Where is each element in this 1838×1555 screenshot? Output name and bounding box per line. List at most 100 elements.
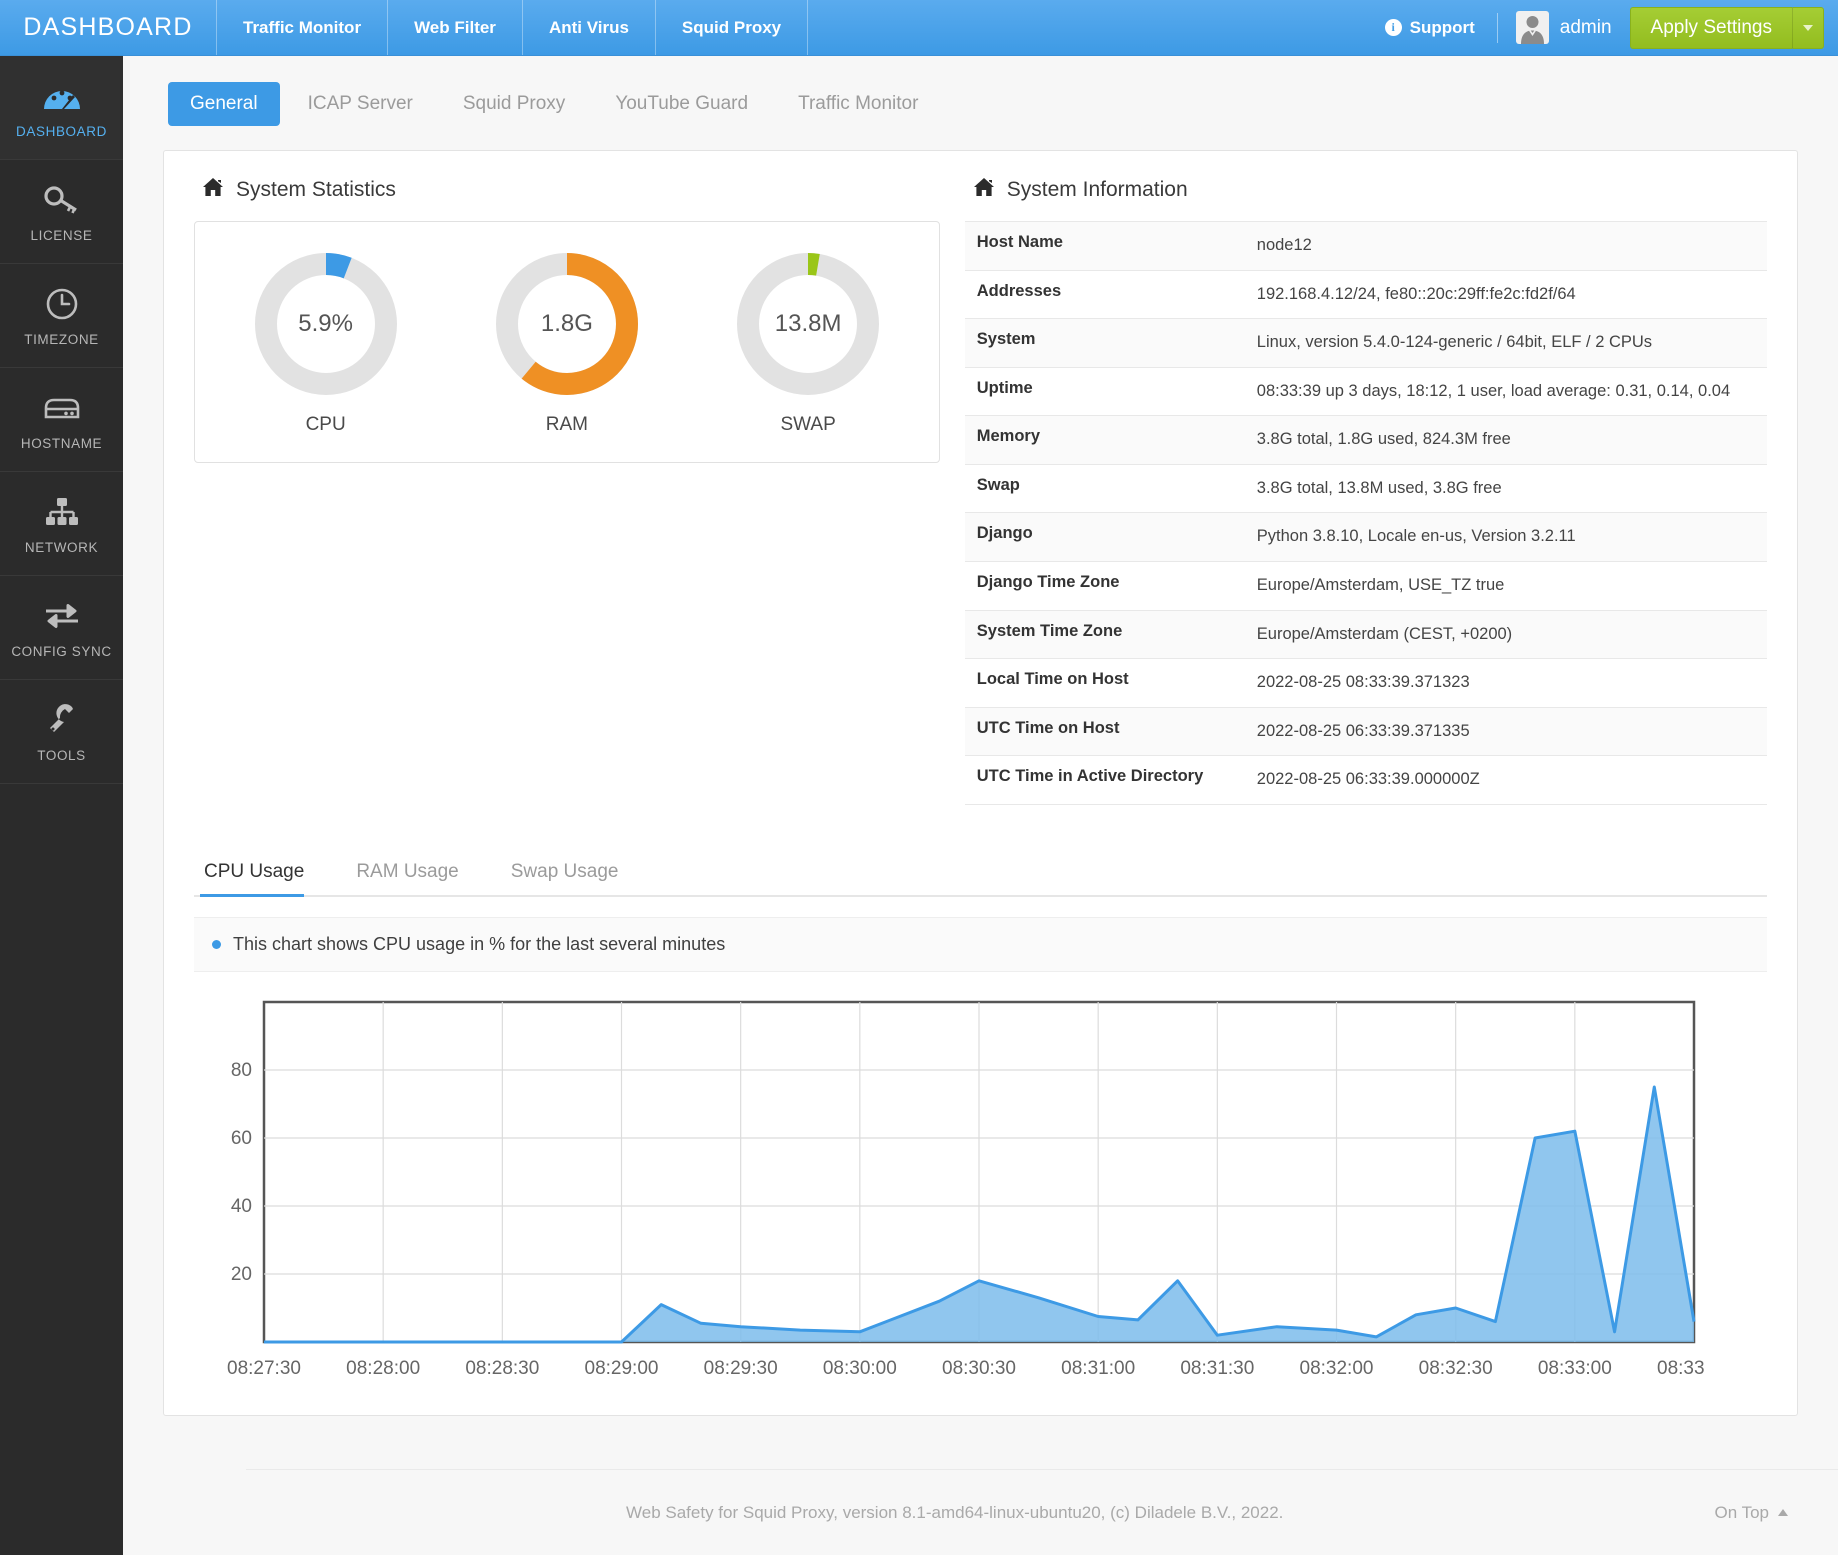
cpu-value: 5.9% — [298, 310, 353, 337]
row-value-utc-time-in-active-directory: 2022-08-25 06:33:39.000000Z — [1256, 770, 1480, 789]
user-menu[interactable]: admin — [1498, 11, 1630, 44]
apply-settings-dropdown-toggle[interactable] — [1792, 6, 1824, 49]
cpu-donut: 5.9% — [252, 250, 400, 398]
ram-donut: 1.8G — [493, 250, 641, 398]
row-label-utc-time-in-active-directory: UTC Time in Active Directory — [976, 767, 1204, 786]
row-label-system: System — [976, 330, 1036, 349]
apply-settings-button[interactable]: Apply Settings — [1629, 6, 1792, 49]
svg-text:08:28:00: 08:28:00 — [346, 1358, 420, 1379]
system-statistics-section: System Statistics 5.9% CPU 1.8G RAM 13.8… — [194, 177, 965, 805]
svg-text:80: 80 — [231, 1060, 252, 1081]
top-right-controls: i Support admin Apply Settings — [1363, 0, 1838, 55]
tab-general[interactable]: General — [168, 82, 280, 126]
row-value-memory: 3.8G total, 1.8G used, 824.3M free — [1256, 430, 1511, 449]
chart-description-text: This chart shows CPU usage in % for the … — [233, 933, 726, 954]
sidebar-item-license[interactable]: LICENSE — [0, 160, 123, 264]
tab-traffic-monitor[interactable]: Traffic Monitor — [776, 82, 940, 126]
svg-text:08:31:00: 08:31:00 — [1061, 1358, 1135, 1379]
svg-text:08:29:00: 08:29:00 — [585, 1358, 659, 1379]
table-row: Swap 3.8G total, 13.8M used, 3.8G free — [964, 464, 1767, 513]
home-icon — [202, 177, 224, 203]
top-nav-items: Traffic Monitor Web Filter Anti Virus Sq… — [216, 0, 809, 55]
gauge-icon — [41, 77, 83, 115]
avatar — [1515, 11, 1549, 44]
table-row: Django Time Zone Europe/Amsterdam, USE_T… — [964, 561, 1767, 610]
tab-swap-usage[interactable]: Swap Usage — [507, 853, 641, 895]
home-icon — [973, 177, 995, 203]
svg-text:40: 40 — [231, 1196, 252, 1217]
key-icon — [41, 181, 83, 219]
system-information-title: System Information — [965, 177, 1767, 203]
sidebar-item-tools[interactable]: TOOLS — [0, 680, 123, 784]
system-statistics-title: System Statistics — [194, 177, 940, 203]
usage-tabs: CPU Usage RAM Usage Swap Usage — [194, 853, 1767, 897]
row-label-swap: Swap — [976, 475, 1020, 494]
sidebar-label-timezone: TIMEZONE — [24, 331, 99, 347]
row-value-local-time-on-host: 2022-08-25 08:33:39.371323 — [1256, 673, 1470, 692]
row-value-uptime: 08:33:39 up 3 days, 18:12, 1 user, load … — [1256, 381, 1731, 400]
nav-traffic-monitor[interactable]: Traffic Monitor — [216, 0, 387, 55]
table-row: Addresses 192.168.4.12/24, fe80::20c:29f… — [964, 270, 1767, 319]
tab-ram-usage[interactable]: RAM Usage — [352, 853, 480, 895]
svg-text:08:32:00: 08:32:00 — [1300, 1358, 1374, 1379]
table-row: System Linux, version 5.4.0-124-generic … — [964, 318, 1767, 368]
ram-value: 1.8G — [540, 310, 593, 337]
sidebar-label-hostname: HOSTNAME — [20, 435, 103, 451]
chevron-up-icon — [1778, 1509, 1788, 1516]
apply-settings-group: Apply Settings — [1629, 6, 1824, 49]
svg-text:20: 20 — [231, 1264, 252, 1285]
sidebar-label-license: LICENSE — [30, 227, 93, 243]
table-row: UTC Time on Host 2022-08-25 06:33:39.371… — [964, 707, 1767, 756]
username-label: admin — [1559, 16, 1612, 38]
brand-title: DASHBOARD — [23, 13, 193, 41]
table-row: System Time Zone Europe/Amsterdam (CEST,… — [964, 610, 1767, 659]
gauges-box: 5.9% CPU 1.8G RAM 13.8M SWAP — [194, 221, 940, 463]
row-value-system: Linux, version 5.4.0-124-generic / 64bit… — [1256, 333, 1653, 352]
sidebar-label-tools: TOOLS — [37, 747, 86, 763]
bullet-icon — [212, 939, 221, 949]
svg-text:08:32:30: 08:32:30 — [1419, 1358, 1493, 1379]
swap-label: SWAP — [780, 414, 836, 435]
svg-text:08:31:30: 08:31:30 — [1180, 1358, 1254, 1379]
top-navigation-bar: DASHBOARD Traffic Monitor Web Filter Ant… — [0, 0, 1838, 56]
row-label-system-time-zone: System Time Zone — [976, 621, 1123, 640]
tab-icap-server[interactable]: ICAP Server — [286, 82, 435, 126]
system-information-table: Host Name node12 Addresses 192.168.4.12/… — [964, 221, 1767, 805]
sidebar-label-network: NETWORK — [24, 539, 99, 555]
svg-text:08:30:30: 08:30:30 — [942, 1358, 1016, 1379]
tab-cpu-usage[interactable]: CPU Usage — [200, 853, 326, 897]
row-value-django: Python 3.8.10, Locale en-us, Version 3.2… — [1256, 527, 1576, 546]
nav-anti-virus[interactable]: Anti Virus — [521, 0, 655, 55]
sidebar: DASHBOARD LICENSE TIMEZONE HOSTNAME NETW… — [0, 56, 123, 1555]
sidebar-item-timezone[interactable]: TIMEZONE — [0, 264, 123, 368]
sidebar-label-config-sync: CONFIG SYNC — [11, 643, 112, 659]
page-tabs: General ICAP Server Squid Proxy YouTube … — [123, 56, 1838, 126]
row-label-memory: Memory — [976, 427, 1041, 446]
sitemap-icon — [41, 493, 83, 531]
support-link[interactable]: i Support — [1363, 18, 1497, 38]
on-top-label: On Top — [1714, 1502, 1769, 1522]
general-panel: System Statistics 5.9% CPU 1.8G RAM 13.8… — [163, 150, 1798, 1416]
row-label-host-name: Host Name — [976, 233, 1063, 251]
row-label-uptime: Uptime — [976, 378, 1033, 397]
tab-youtube-guard[interactable]: YouTube Guard — [593, 82, 770, 126]
svg-text:08:33:30: 08:33:30 — [1657, 1358, 1704, 1379]
nav-web-filter[interactable]: Web Filter — [387, 0, 522, 55]
table-row: Host Name node12 — [964, 221, 1767, 271]
tab-squid-proxy[interactable]: Squid Proxy — [441, 82, 587, 126]
row-label-addresses: Addresses — [976, 281, 1062, 300]
on-top-button[interactable]: On Top — [1714, 1503, 1788, 1523]
table-row: Django Python 3.8.10, Locale en-us, Vers… — [964, 512, 1767, 562]
sidebar-item-hostname[interactable]: HOSTNAME — [0, 368, 123, 472]
row-value-system-time-zone: Europe/Amsterdam (CEST, +0200) — [1256, 624, 1513, 643]
sidebar-item-config-sync[interactable]: CONFIG SYNC — [0, 576, 123, 680]
ram-label: RAM — [545, 414, 588, 435]
svg-text:08:30:00: 08:30:00 — [823, 1358, 897, 1379]
wrench-icon — [41, 701, 83, 739]
nav-squid-proxy[interactable]: Squid Proxy — [654, 0, 809, 55]
gauge-swap: 13.8M SWAP — [734, 250, 882, 436]
sidebar-item-dashboard[interactable]: DASHBOARD — [0, 56, 123, 160]
sidebar-item-network[interactable]: NETWORK — [0, 472, 123, 576]
server-icon — [41, 389, 83, 427]
exchange-icon — [41, 597, 83, 635]
